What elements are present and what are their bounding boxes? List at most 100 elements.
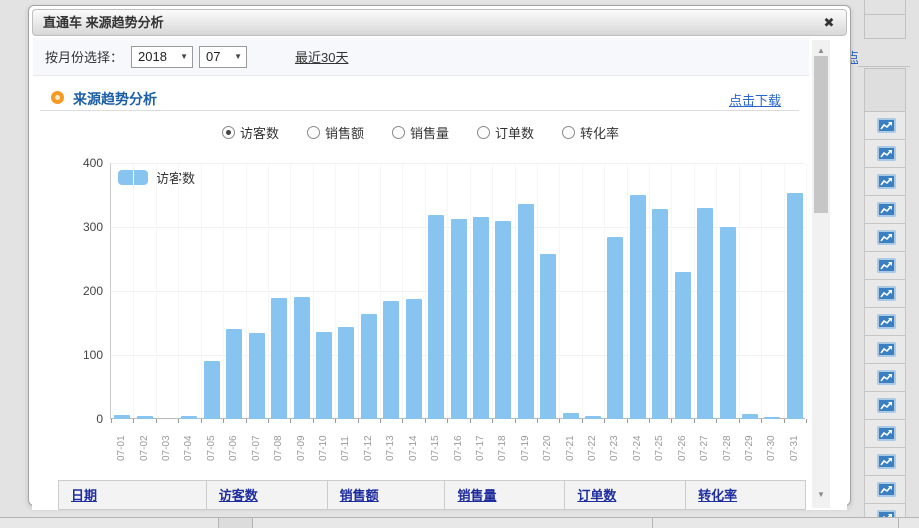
metric-radio-访客数[interactable]: 访客数	[222, 122, 279, 142]
metric-radio-订单数[interactable]: 订单数	[477, 122, 534, 142]
column-header-link[interactable]: 访客数	[219, 488, 258, 503]
scrollbar-thumb[interactable]	[814, 56, 828, 213]
x-axis-tick	[313, 419, 314, 423]
gridline	[470, 163, 471, 418]
bar-07-17[interactable]	[473, 217, 489, 419]
x-axis-tick	[582, 419, 583, 423]
bar-07-04[interactable]	[181, 416, 197, 419]
gridline	[784, 163, 785, 418]
background-table-strip	[858, 0, 919, 528]
bar-07-10[interactable]	[316, 332, 332, 419]
bar-07-15[interactable]	[428, 215, 444, 419]
bar-07-09[interactable]	[294, 297, 310, 419]
trend-chart-icon[interactable]	[877, 342, 896, 357]
bar-07-22[interactable]	[585, 416, 601, 419]
bar-07-01[interactable]	[114, 415, 130, 419]
scroll-down-icon[interactable]: ▼	[812, 488, 830, 502]
year-select[interactable]: 2018 ▼	[131, 46, 193, 68]
column-header-link[interactable]: 销售量	[457, 488, 496, 503]
x-axis-label: 07-04	[183, 425, 194, 461]
trend-chart-icon[interactable]	[877, 146, 896, 161]
table-row	[864, 308, 906, 336]
bar-07-11[interactable]	[338, 327, 354, 419]
bar-07-14[interactable]	[406, 299, 422, 419]
dialog-scrollbar[interactable]: ▲ ▼	[812, 40, 830, 508]
bar-07-19[interactable]	[518, 204, 534, 419]
bar-07-29[interactable]	[742, 414, 758, 419]
x-axis-tick	[761, 419, 762, 423]
gridline	[806, 163, 807, 418]
trend-chart-icon[interactable]	[877, 118, 896, 133]
bar-07-26[interactable]	[675, 272, 691, 419]
bar-07-21[interactable]	[563, 413, 579, 419]
bar-07-30[interactable]	[764, 417, 780, 419]
legend-label: 访客数	[156, 168, 195, 187]
bar-07-12[interactable]	[361, 314, 377, 419]
bar-07-16[interactable]	[451, 219, 467, 419]
bar-07-25[interactable]	[652, 209, 668, 419]
trend-chart-icon[interactable]	[877, 454, 896, 469]
bar-07-27[interactable]	[697, 208, 713, 419]
bar-07-18[interactable]	[495, 221, 511, 419]
trend-chart-icon[interactable]	[877, 174, 896, 189]
x-axis-label: 07-12	[363, 425, 374, 461]
download-link[interactable]: 点击下载	[729, 90, 781, 109]
bar-07-24[interactable]	[630, 195, 646, 419]
metric-radio-销售额[interactable]: 销售额	[307, 122, 364, 142]
bar-07-23[interactable]	[607, 237, 623, 419]
x-axis-label: 07-06	[228, 425, 239, 461]
metric-radio-销售量[interactable]: 销售量	[392, 122, 449, 142]
x-axis-label: 07-10	[318, 425, 329, 461]
column-header-link[interactable]: 转化率	[698, 488, 737, 503]
close-icon[interactable]: ✖	[820, 14, 838, 32]
dialog-titlebar[interactable]: 直通车 来源趋势分析 ✖	[32, 9, 847, 36]
x-axis-label: 07-29	[744, 425, 755, 461]
x-axis-tick	[649, 419, 650, 423]
trend-chart-icon[interactable]	[877, 230, 896, 245]
bar-07-13[interactable]	[383, 301, 399, 419]
column-header-link[interactable]: 日期	[71, 488, 97, 503]
trend-chart-icon[interactable]	[877, 314, 896, 329]
gridline	[716, 163, 717, 418]
y-axis-label: 100	[65, 348, 103, 362]
x-axis-tick	[604, 419, 605, 423]
x-axis-label: 07-25	[654, 425, 665, 461]
radio-icon	[477, 126, 490, 139]
gridline	[223, 163, 224, 418]
trend-chart-icon[interactable]	[877, 370, 896, 385]
trend-chart-icon[interactable]	[877, 426, 896, 441]
trend-chart-icon[interactable]	[877, 398, 896, 413]
bar-07-20[interactable]	[540, 254, 556, 419]
bar-07-07[interactable]	[249, 333, 265, 419]
month-select[interactable]: 07 ▼	[199, 46, 247, 68]
y-axis-label: 200	[65, 284, 103, 298]
x-axis-label: 07-31	[789, 425, 800, 461]
metric-radio-label: 转化率	[580, 123, 619, 142]
gridline	[133, 163, 134, 418]
bar-07-02[interactable]	[137, 416, 153, 419]
metric-radio-转化率[interactable]: 转化率	[562, 122, 619, 142]
x-axis-label: 07-09	[296, 425, 307, 461]
bar-07-28[interactable]	[720, 227, 736, 419]
table-row	[864, 196, 906, 224]
bar-07-06[interactable]	[226, 329, 242, 419]
trend-chart-icon[interactable]	[877, 286, 896, 301]
column-header-link[interactable]: 销售额	[340, 488, 379, 503]
x-axis-label: 07-30	[766, 425, 777, 461]
column-header-销售额: 销售额	[328, 481, 446, 509]
table-row	[864, 364, 906, 392]
x-axis-tick	[559, 419, 560, 423]
bar-07-31[interactable]	[787, 193, 803, 419]
gridline	[671, 163, 672, 418]
trend-chart-icon[interactable]	[877, 258, 896, 273]
y-axis-label: 300	[65, 220, 103, 234]
x-axis-label: 07-16	[453, 425, 464, 461]
column-header-link[interactable]: 订单数	[577, 488, 616, 503]
gridline	[156, 163, 157, 418]
bar-07-05[interactable]	[204, 361, 220, 419]
recent-30-days-link[interactable]: 最近30天	[295, 47, 348, 66]
metric-radio-label: 销售额	[325, 123, 364, 142]
bar-07-08[interactable]	[271, 298, 287, 419]
trend-chart-icon[interactable]	[877, 202, 896, 217]
trend-chart-icon[interactable]	[877, 482, 896, 497]
